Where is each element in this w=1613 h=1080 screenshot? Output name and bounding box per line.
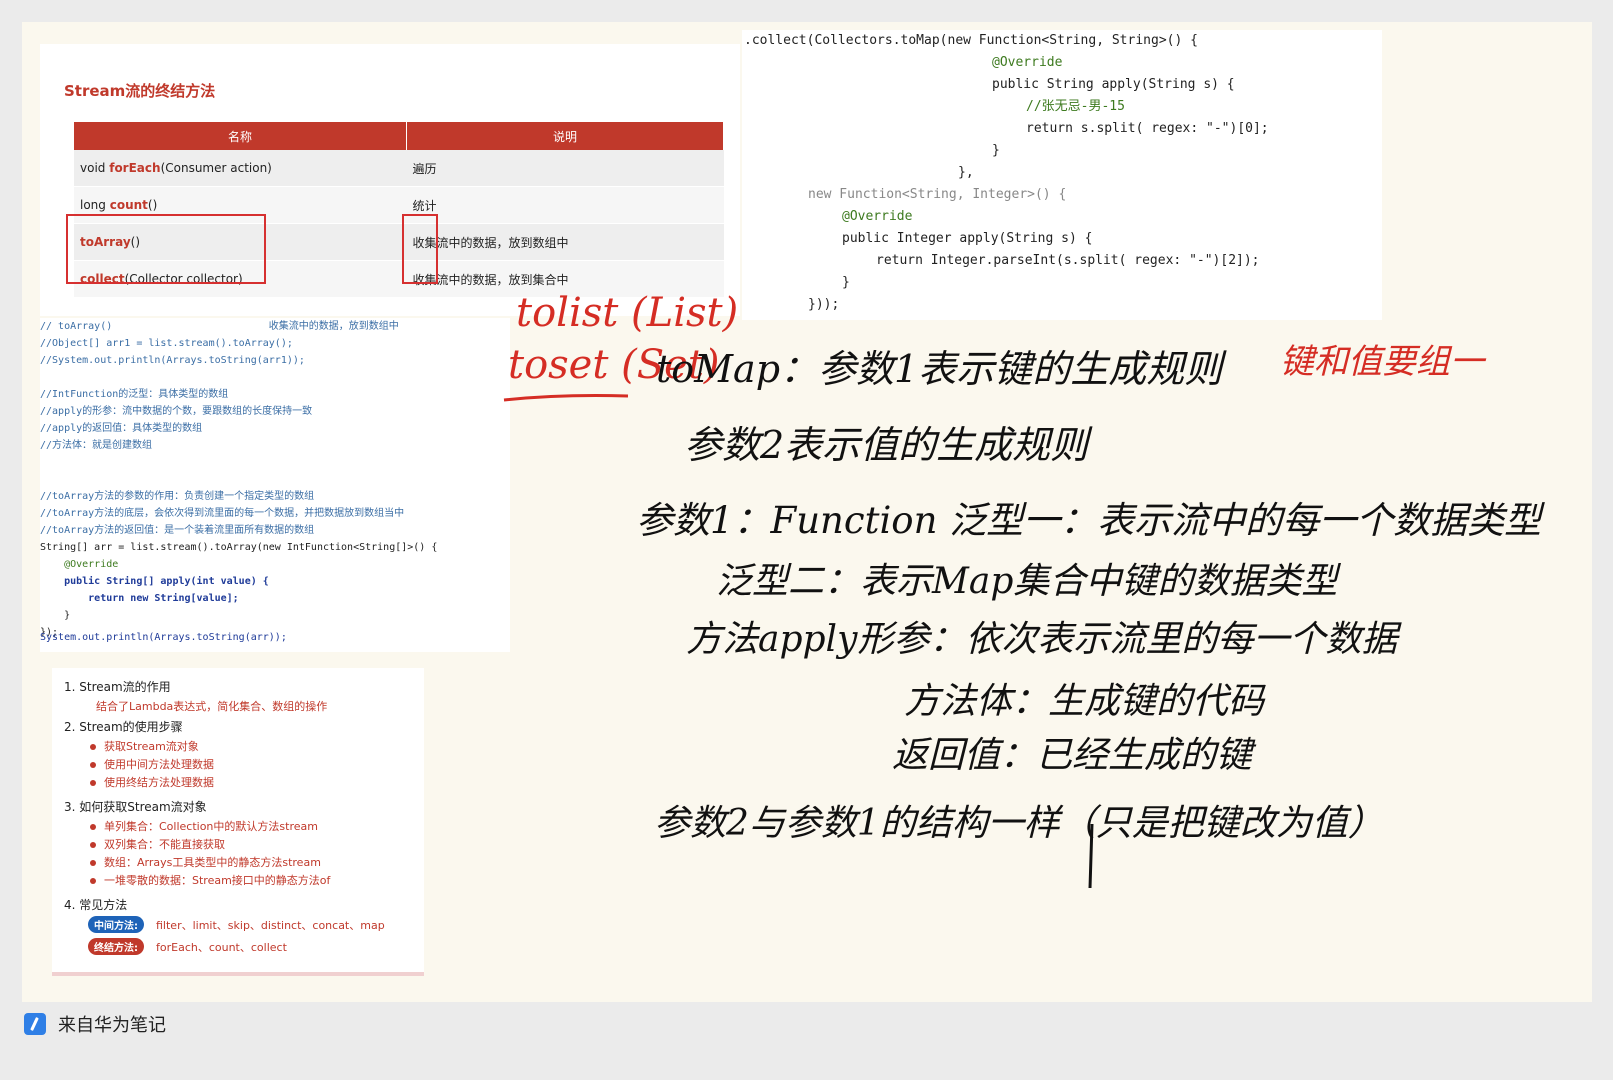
summary-bullet: 获取Stream流对象 bbox=[90, 738, 199, 754]
code-line-sysout: System.out.println(Arrays.toString(arr))… bbox=[40, 632, 287, 643]
code-line: }, bbox=[958, 165, 974, 180]
highlight-box-desc bbox=[402, 214, 438, 284]
summary-bullet: 单列集合：Collection中的默认方法stream bbox=[90, 818, 318, 834]
summary-underbar bbox=[52, 972, 424, 976]
handwriting-line: 返回值：已经生成的键 bbox=[892, 735, 1253, 776]
code-line: @Override bbox=[992, 55, 1063, 70]
summary-item: 4. 常见方法 bbox=[64, 898, 128, 912]
summary-bullet: 双列集合：不能直接获取 bbox=[90, 836, 225, 852]
handwriting-line: 泛型二：表示Map集合中键的数据类型 bbox=[716, 561, 1338, 602]
code-line: .collect(Collectors.toMap(new Function<S… bbox=[744, 33, 1198, 48]
code-line: //张无忌-男-15 bbox=[1026, 99, 1125, 114]
code-line: // toArray() 收集流中的数据，放到数组中 bbox=[40, 321, 399, 332]
table-header-name: 名称 bbox=[74, 122, 407, 150]
handwriting-line: 方法体：生成键的代码 bbox=[904, 681, 1265, 722]
terminal-methods-pill: 终结方法: bbox=[88, 938, 144, 955]
handwriting-red-tolist: tolist (List) bbox=[516, 290, 739, 336]
summary-bullet: 数组：Arrays工具类型中的静态方法stream bbox=[90, 854, 321, 870]
intermediate-methods-pill: 中间方法: bbox=[88, 916, 144, 933]
intermediate-methods-list: filter、limit、skip、distinct、concat、map bbox=[156, 919, 385, 932]
handwriting-stroke bbox=[1088, 823, 1094, 889]
notes-pen-icon bbox=[24, 1013, 46, 1035]
handwriting-underline bbox=[503, 394, 629, 402]
code-line: //方法体：就是创建数组 bbox=[40, 440, 153, 451]
summary-bullet: 使用中间方法处理数据 bbox=[90, 756, 214, 772]
note-canvas: Stream流的终结方法 名称 说明 void forEach(Consumer… bbox=[22, 22, 1592, 1002]
handwriting-line: 参数2表示值的生成规则 bbox=[684, 423, 1089, 467]
code-line: //IntFunction的泛型：具体类型的数组 bbox=[40, 389, 229, 400]
summary-item: 1. Stream流的作用 bbox=[64, 680, 171, 694]
footer-source: 来自华为笔记 bbox=[24, 1004, 166, 1044]
code-line: return s.split( regex: "-")[0]; bbox=[1026, 121, 1269, 136]
code-line: //toArray方法的底层，会依次得到流里面的每一个数据，并把数据放到数组当中 bbox=[40, 508, 405, 519]
summary-card: 1. Stream流的作用 结合了Lambda表达式，简化集合、数组的操作 2.… bbox=[52, 668, 424, 976]
code-line: //apply的返回值：具体类型的数组 bbox=[40, 423, 203, 434]
code-line: } bbox=[842, 275, 850, 290]
handwriting-line: 参数2与参数1的结构一样（只是把键改为值） bbox=[654, 803, 1384, 844]
code-line: //apply的形参：流中数据的个数，要跟数组的长度保持一致 bbox=[40, 406, 313, 417]
handwriting-line: 参数1：Function 泛型一：表示流中的每一个数据类型 bbox=[636, 499, 1542, 542]
handwriting-red-note: 键和值要组一 bbox=[1280, 342, 1484, 382]
code-line: //toArray方法的参数的作用：负责创建一个指定类型的数组 bbox=[40, 491, 315, 502]
footer-source-text: 来自华为笔记 bbox=[58, 1015, 166, 1036]
code-line: new Function<String, Integer>() { bbox=[808, 187, 1067, 202]
slide-title: Stream流的终结方法 bbox=[64, 82, 216, 100]
table-row: void forEach(Consumer action) 遍历 bbox=[74, 150, 724, 187]
code-line: return Integer.parseInt(s.split( regex: … bbox=[876, 253, 1260, 268]
code-line: @Override bbox=[40, 559, 119, 570]
code-line: } bbox=[992, 143, 1000, 158]
handwriting-line: 方法apply形参：依次表示流里的每一个数据 bbox=[686, 619, 1398, 660]
code-line: } bbox=[40, 610, 71, 621]
handwriting-line: toMap：参数1表示键的生成规则 bbox=[656, 347, 1223, 391]
code-snippet-tomap: .collect(Collectors.toMap(new Function<S… bbox=[742, 30, 1382, 320]
summary-bullet: 一堆零散的数据：Stream接口中的静态方法of bbox=[90, 872, 330, 888]
code-line: })); bbox=[808, 297, 840, 312]
table-header-desc: 说明 bbox=[406, 122, 724, 150]
code-line: String[] arr = list.stream().toArray(new… bbox=[40, 542, 438, 553]
code-line: public Integer apply(String s) { bbox=[842, 231, 1093, 246]
code-line: public String apply(String s) { bbox=[992, 77, 1235, 92]
code-line: @Override bbox=[842, 209, 913, 224]
code-line: public String[] apply(int value) { bbox=[40, 576, 269, 587]
slide-terminal-methods: Stream流的终结方法 名称 说明 void forEach(Consumer… bbox=[40, 44, 740, 316]
code-line: //System.out.println(Arrays.toString(arr… bbox=[40, 355, 305, 366]
code-line: //toArray方法的返回值：是一个装着流里面所有数据的数组 bbox=[40, 525, 315, 536]
code-line: //Object[] arr1 = list.stream().toArray(… bbox=[40, 338, 293, 349]
summary-item: 3. 如何获取Stream流对象 bbox=[64, 800, 207, 814]
summary-bullet: 使用终结方法处理数据 bbox=[90, 774, 214, 790]
summary-sub: 结合了Lambda表达式，简化集合、数组的操作 bbox=[96, 700, 328, 713]
terminal-methods-list: forEach、count、collect bbox=[156, 941, 287, 954]
code-snippet-toarray: // toArray() 收集流中的数据，放到数组中 //Object[] ar… bbox=[40, 318, 510, 652]
summary-item: 2. Stream的使用步骤 bbox=[64, 720, 183, 734]
code-line: return new String[value]; bbox=[40, 593, 239, 604]
highlight-box-methods bbox=[66, 214, 266, 284]
